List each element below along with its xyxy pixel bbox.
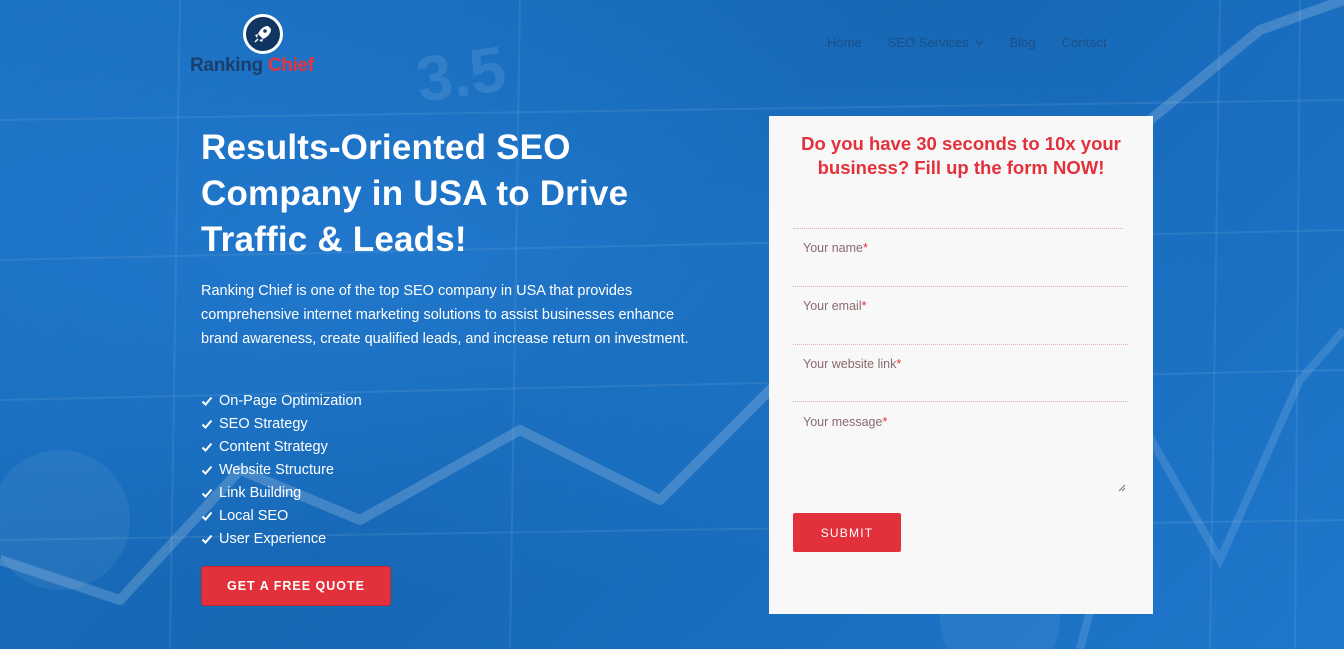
site-logo[interactable]: Ranking Chief: [190, 14, 340, 78]
get-free-quote-button[interactable]: GET A FREE QUOTE: [201, 566, 391, 606]
check-icon: [201, 419, 213, 429]
feature-label: Link Building: [219, 484, 302, 501]
required-mark: *: [863, 241, 868, 255]
feature-label: Website Structure: [219, 461, 334, 478]
feature-label: SEO Strategy: [219, 415, 308, 432]
email-field-placeholder: Your email*: [803, 299, 866, 313]
feature-item: Website Structure: [201, 458, 362, 481]
hero-title: Results-Oriented SEO Company in USA to D…: [201, 128, 629, 259]
logo-text-ranking: Ranking: [190, 55, 263, 76]
check-icon: [201, 396, 213, 406]
feature-item: On-Page Optimization: [201, 389, 362, 412]
website-link-field[interactable]: Your website link*: [793, 345, 1128, 402]
check-icon: [201, 465, 213, 475]
check-icon: [201, 488, 213, 498]
logo-text-chief: Chief: [267, 55, 314, 76]
feature-item: User Experience: [201, 528, 362, 551]
rocket-icon: [243, 14, 283, 54]
feature-label: User Experience: [219, 531, 327, 548]
nav-contact[interactable]: Contact: [1062, 35, 1107, 50]
website-link-field-placeholder: Your website link*: [803, 357, 901, 371]
nav-blog-label: Blog: [1009, 35, 1036, 50]
nav-contact-label: Contact: [1061, 35, 1107, 50]
logo-wordmark: Ranking Chief: [190, 55, 314, 77]
email-field-placeholder-text: Your email: [803, 299, 862, 313]
message-textarea[interactable]: Your message*: [793, 403, 1128, 495]
feature-list: On-Page Optimization SEO Strategy Conten…: [201, 389, 362, 551]
lead-form: Do you have 30 seconds to 10x your busin…: [769, 116, 1153, 614]
main-nav: Home SEO Services Blog Contact: [827, 35, 1106, 50]
required-mark: *: [882, 415, 888, 429]
check-icon: [201, 511, 213, 521]
check-icon: [201, 534, 213, 545]
message-textarea-placeholder: Your message*: [803, 415, 887, 429]
name-field-placeholder: Your name*: [803, 241, 868, 255]
resize-handle-icon[interactable]: [1118, 484, 1126, 492]
message-textarea-placeholder-text: Your message: [803, 415, 883, 429]
background-chart-number: 3.5: [412, 32, 510, 116]
email-field[interactable]: Your email*: [793, 287, 1128, 345]
required-mark: *: [896, 357, 902, 371]
nav-seo-services[interactable]: SEO Services: [888, 35, 984, 50]
form-title: Do you have 30 seconds to 10x your busin…: [801, 133, 1121, 178]
hero-description: Ranking Chief is one of the top SEO comp…: [201, 283, 689, 347]
check-icon: [201, 442, 213, 452]
feature-label: On-Page Optimization: [219, 392, 362, 409]
feature-item: SEO Strategy: [201, 412, 362, 435]
nav-home-label: Home: [827, 35, 862, 50]
feature-item: Link Building: [201, 481, 362, 504]
nav-seo-services-label: SEO Services: [887, 35, 969, 50]
feature-item: Local SEO: [201, 504, 362, 527]
chevron-down-icon: [975, 40, 984, 45]
feature-item: Content Strategy: [201, 435, 362, 458]
feature-label: Content Strategy: [219, 438, 328, 455]
name-field[interactable]: Your name*: [793, 229, 1128, 287]
required-mark: *: [861, 299, 867, 313]
feature-label: Local SEO: [219, 508, 289, 525]
submit-button[interactable]: SUBMIT: [793, 513, 901, 552]
nav-home[interactable]: Home: [827, 35, 862, 50]
website-link-field-placeholder-text: Your website link: [803, 357, 897, 371]
name-field-placeholder-text: Your name: [803, 241, 863, 255]
nav-blog[interactable]: Blog: [1010, 35, 1036, 50]
